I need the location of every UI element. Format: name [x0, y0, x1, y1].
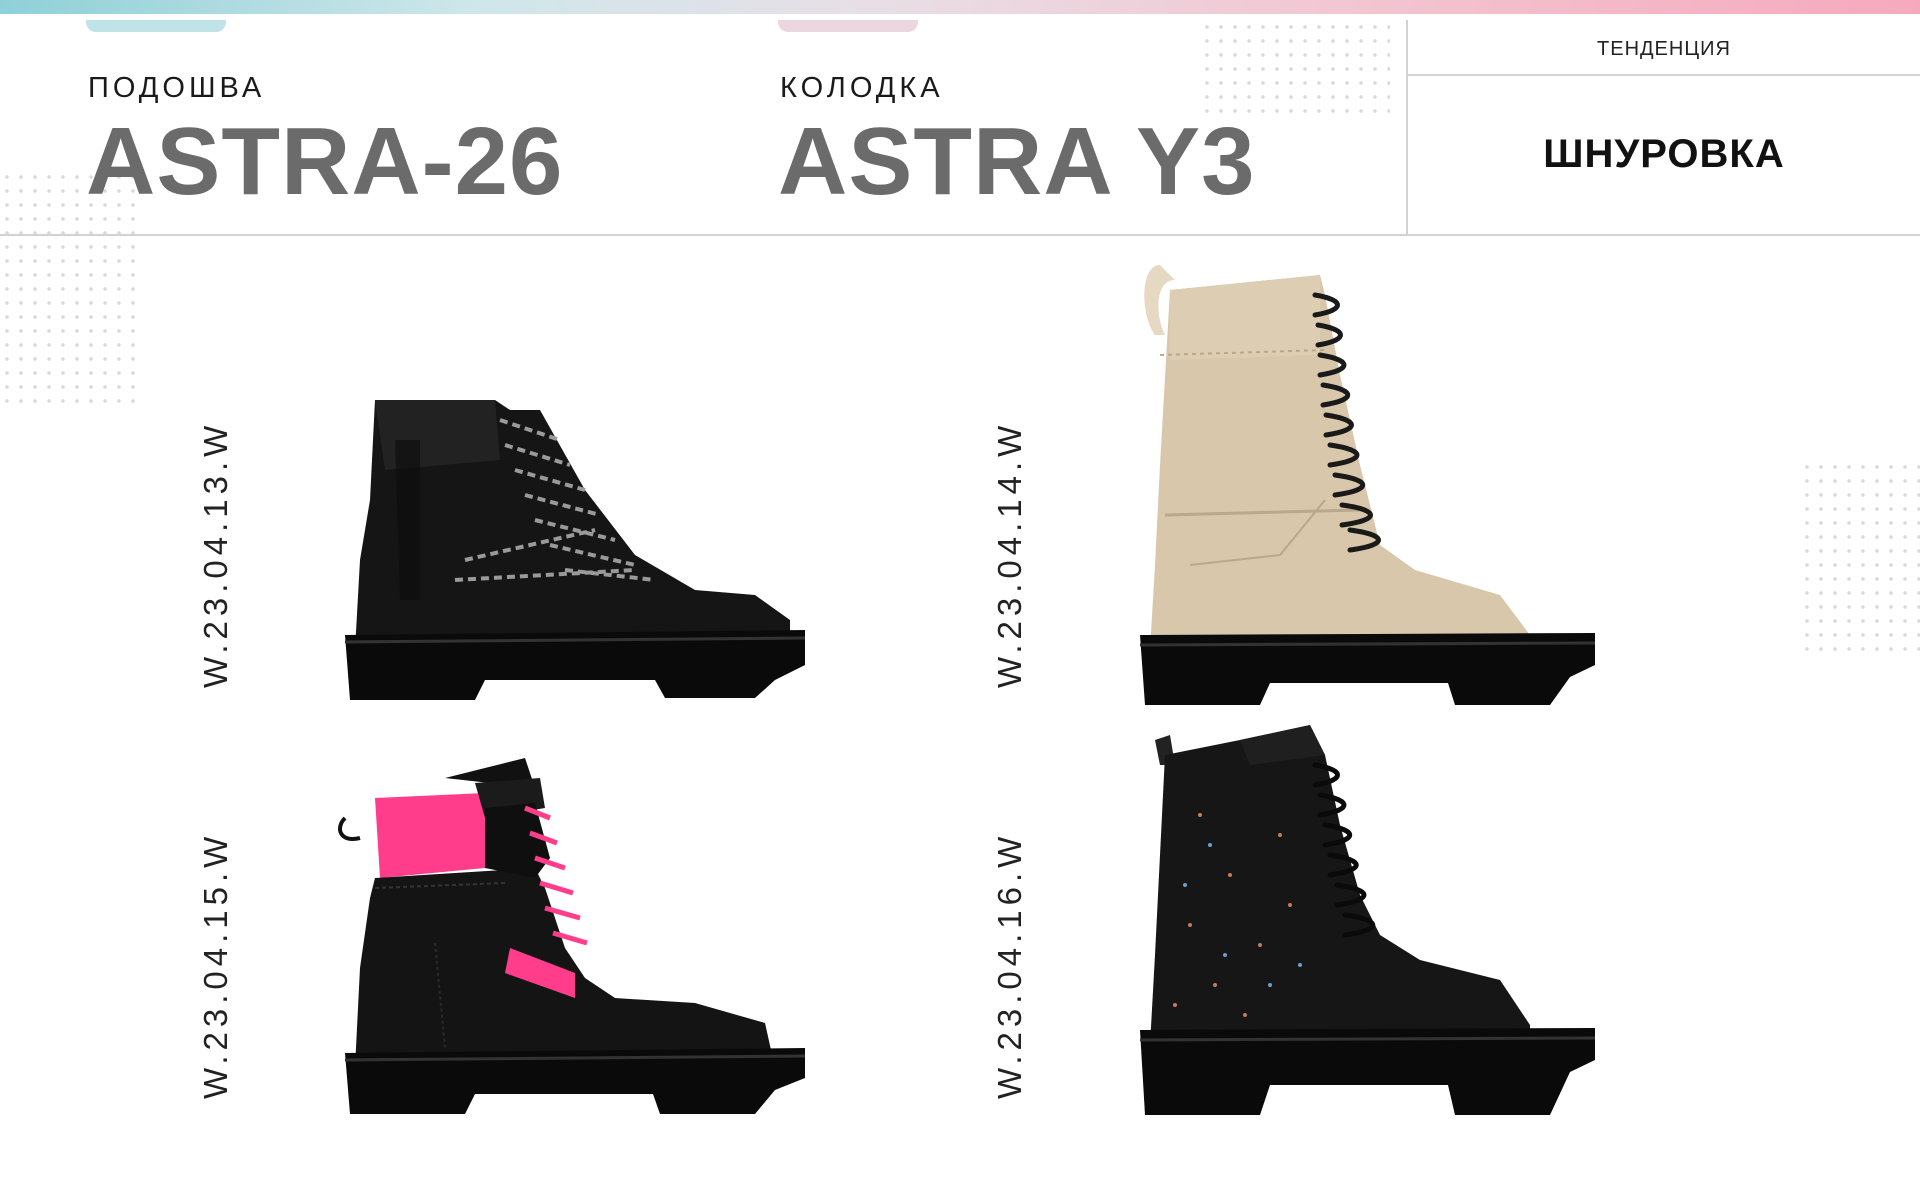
trend-box: ТЕНДЕНЦИЯ ШНУРОВКА [1406, 20, 1920, 236]
trend-value: ШНУРОВКА [1543, 132, 1785, 176]
black-lace-up-boot-icon[interactable] [335, 380, 815, 710]
header-divider [0, 234, 1920, 236]
trend-divider [1408, 74, 1920, 76]
dot-pattern-right [1800, 460, 1920, 660]
beige-lace-up-boot-icon[interactable] [1130, 265, 1610, 710]
black-pink-lace-up-boot-icon[interactable] [335, 748, 815, 1118]
sole-name: ASTRA-26 [86, 108, 564, 215]
last-label: КОЛОДКА [780, 72, 944, 104]
product-code: W.23.04.14.W [991, 420, 1028, 688]
product-code: W.23.04.15.W [197, 831, 234, 1099]
last-name: ASTRA Y3 [778, 108, 1256, 215]
product-code: W.23.04.16.W [991, 831, 1028, 1099]
product-code: W.23.04.13.W [197, 420, 234, 688]
black-speckled-lace-up-boot-icon[interactable] [1130, 725, 1610, 1120]
sole-label: ПОДОШВА [88, 72, 266, 104]
trend-title: ТЕНДЕНЦИЯ [1597, 38, 1731, 60]
